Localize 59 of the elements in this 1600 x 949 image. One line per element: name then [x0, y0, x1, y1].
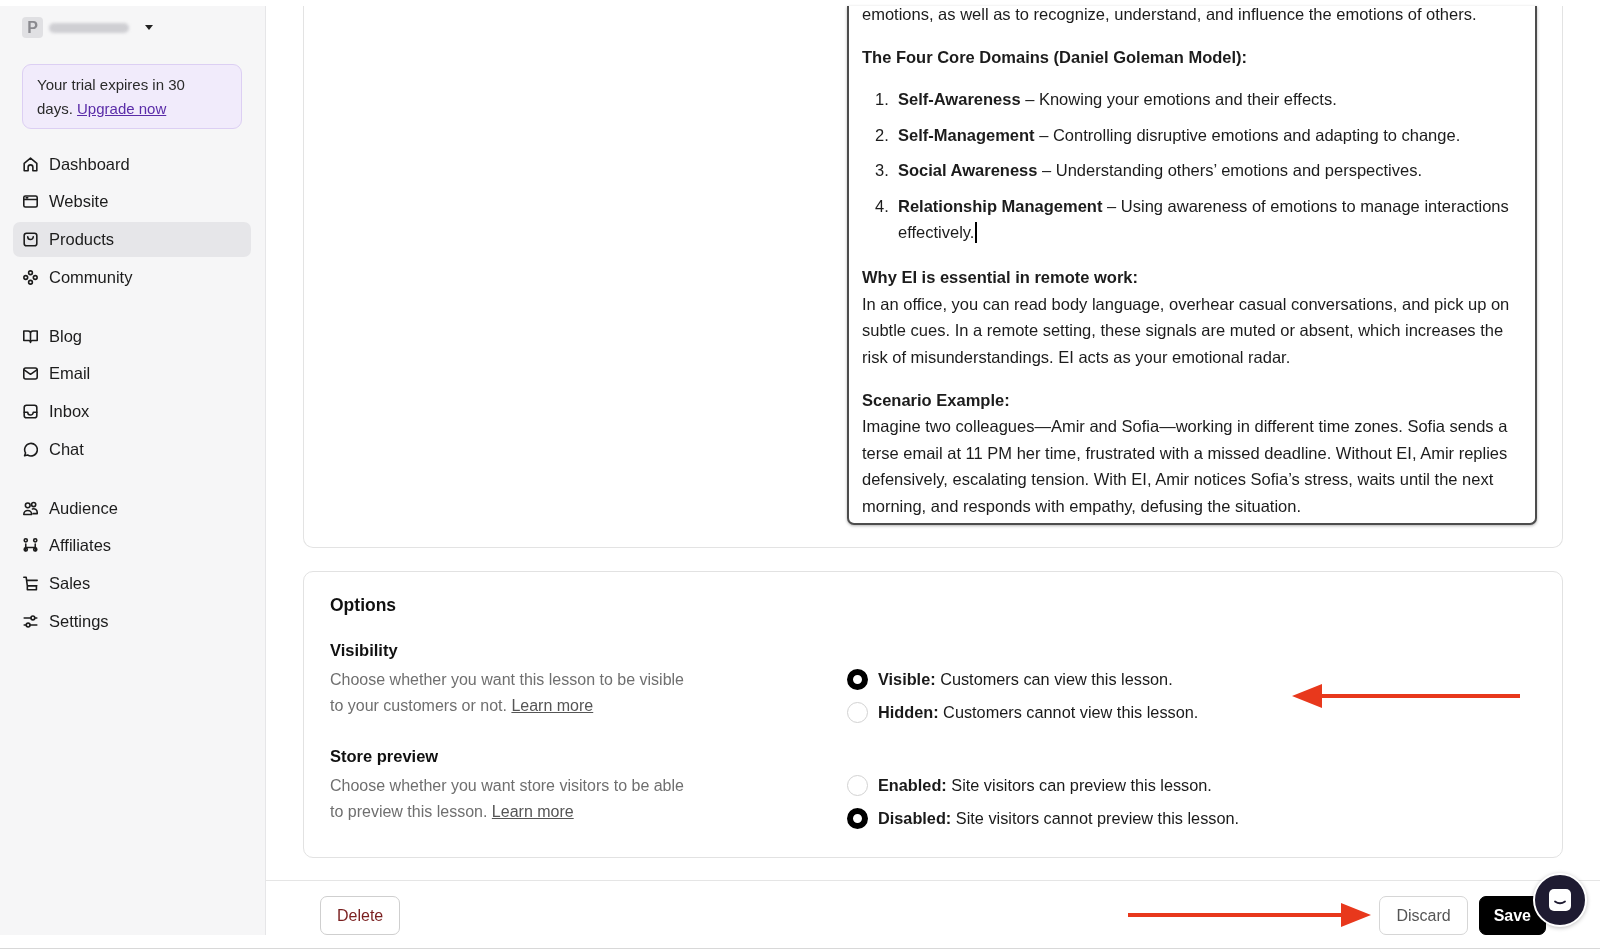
caret-icon[interactable]: [145, 25, 153, 30]
section-title: Options: [330, 594, 398, 616]
section-heading: Scenario Example:: [862, 389, 1011, 411]
nav-item[interactable]: Products: [13, 221, 251, 257]
discard-button[interactable]: Discard: [1379, 896, 1468, 935]
nav-item[interactable]: Affiliates: [13, 528, 251, 564]
nav-item[interactable]: Settings: [13, 603, 251, 639]
upgrade-link[interactable]: Upgrade now: [77, 100, 167, 117]
setting-heading: Visibility: [330, 640, 399, 661]
nav-item[interactable]: Email: [13, 356, 251, 392]
speech-bubble-icon: [23, 441, 38, 457]
list-number: 1.: [875, 89, 890, 110]
section-heading: Why EI is essential in remote work:: [862, 267, 1139, 288]
list-item-text: Social Awareness – Understanding others’ emotions and perspectives.: [898, 161, 1423, 179]
radio-button[interactable]: [847, 808, 868, 829]
home-icon: [23, 156, 38, 172]
bag-icon: [23, 231, 38, 247]
linked-nodes-icon: [23, 538, 38, 554]
nav-item[interactable]: Blog: [13, 318, 251, 354]
four-circles-icon: [23, 269, 38, 285]
chat-icon: [1549, 889, 1571, 911]
radio-label[interactable]: Visible: Customers can view this lesson.: [878, 670, 1173, 689]
nav-item[interactable]: Audience: [13, 490, 251, 526]
nav-item[interactable]: Inbox: [13, 393, 251, 429]
radio-label[interactable]: Disabled: Site visitors cannot preview this lesson.: [878, 809, 1240, 828]
radio-label[interactable]: Enabled: Site visitors can preview this lesson.: [878, 776, 1212, 795]
learn-more-link[interactable]: Learn more: [491, 803, 574, 820]
rich-text-editor[interactable]: [847, 6, 1537, 525]
list-number: 3.: [875, 160, 890, 181]
sliders-icon: [23, 613, 38, 629]
nav-item[interactable]: Sales: [13, 566, 251, 601]
delete-button[interactable]: Delete: [320, 896, 401, 935]
cart-icon: [23, 576, 38, 591]
setting-description: Choose whether you want this lesson to be visible to your customers or not. Learn more: [330, 670, 685, 716]
nav-item[interactable]: Website: [13, 184, 251, 220]
nav-item[interactable]: Dashboard: [13, 146, 251, 182]
list-number: 4.: [875, 195, 890, 217]
nav-item[interactable]: Chat: [13, 431, 251, 467]
book-icon: [23, 328, 38, 344]
paragraph: In an office, you can read body language, overhear casual conversations, and pick up on subtle cues. In a remote setting, these signals are muted or absent, which increases the risk of misunderstandings. EI acts as your emotional radar.: [862, 293, 1511, 368]
workspace-avatar: P: [22, 17, 43, 38]
paragraph: emotions, as well as to recognize, understand, and influence the emotions of others.: [862, 6, 1478, 25]
radio-button[interactable]: [847, 669, 868, 690]
paragraph: Imagine two colleagues—Amir and Sofia—working in different time zones. Sofia sends a terse email at 11 PM her time, frustrated with a missed deadline. Without EI, Amir replies defensively, escalating tension. With EI, Amir notices Sofia’s stress, waits until the next morning, and responds with empathy, defusing the situation.: [862, 416, 1509, 517]
envelope-icon: [23, 366, 38, 382]
setting-description: Choose whether you want store visitors to be able to preview this lesson. Learn more: [330, 776, 685, 822]
trial-notice: Your trial expires in 30 days. Upgrade now: [22, 64, 242, 129]
nav-item[interactable]: Community: [13, 259, 251, 295]
setting-heading: Store preview: [330, 746, 440, 767]
list-item-text: Relationship Management – Using awareness of emotions to manage interactions effectively.: [898, 196, 1509, 241]
list-item-text: Self-Management – Controlling disruptive emotions and adapting to change.: [898, 125, 1461, 144]
learn-more-link[interactable]: Learn more: [511, 697, 594, 714]
browser-window-icon: [23, 194, 38, 210]
list-item-text: Self-Awareness – Knowing your emotions and their effects.: [898, 90, 1337, 108]
people-icon: [23, 500, 38, 516]
inbox-icon: [23, 403, 38, 419]
radio-label[interactable]: Hidden: Customers cannot view this lesson.: [878, 703, 1199, 722]
heading: The Four Core Domains (Daniel Goleman Model):: [862, 46, 1249, 68]
list-number: 2.: [875, 124, 890, 146]
